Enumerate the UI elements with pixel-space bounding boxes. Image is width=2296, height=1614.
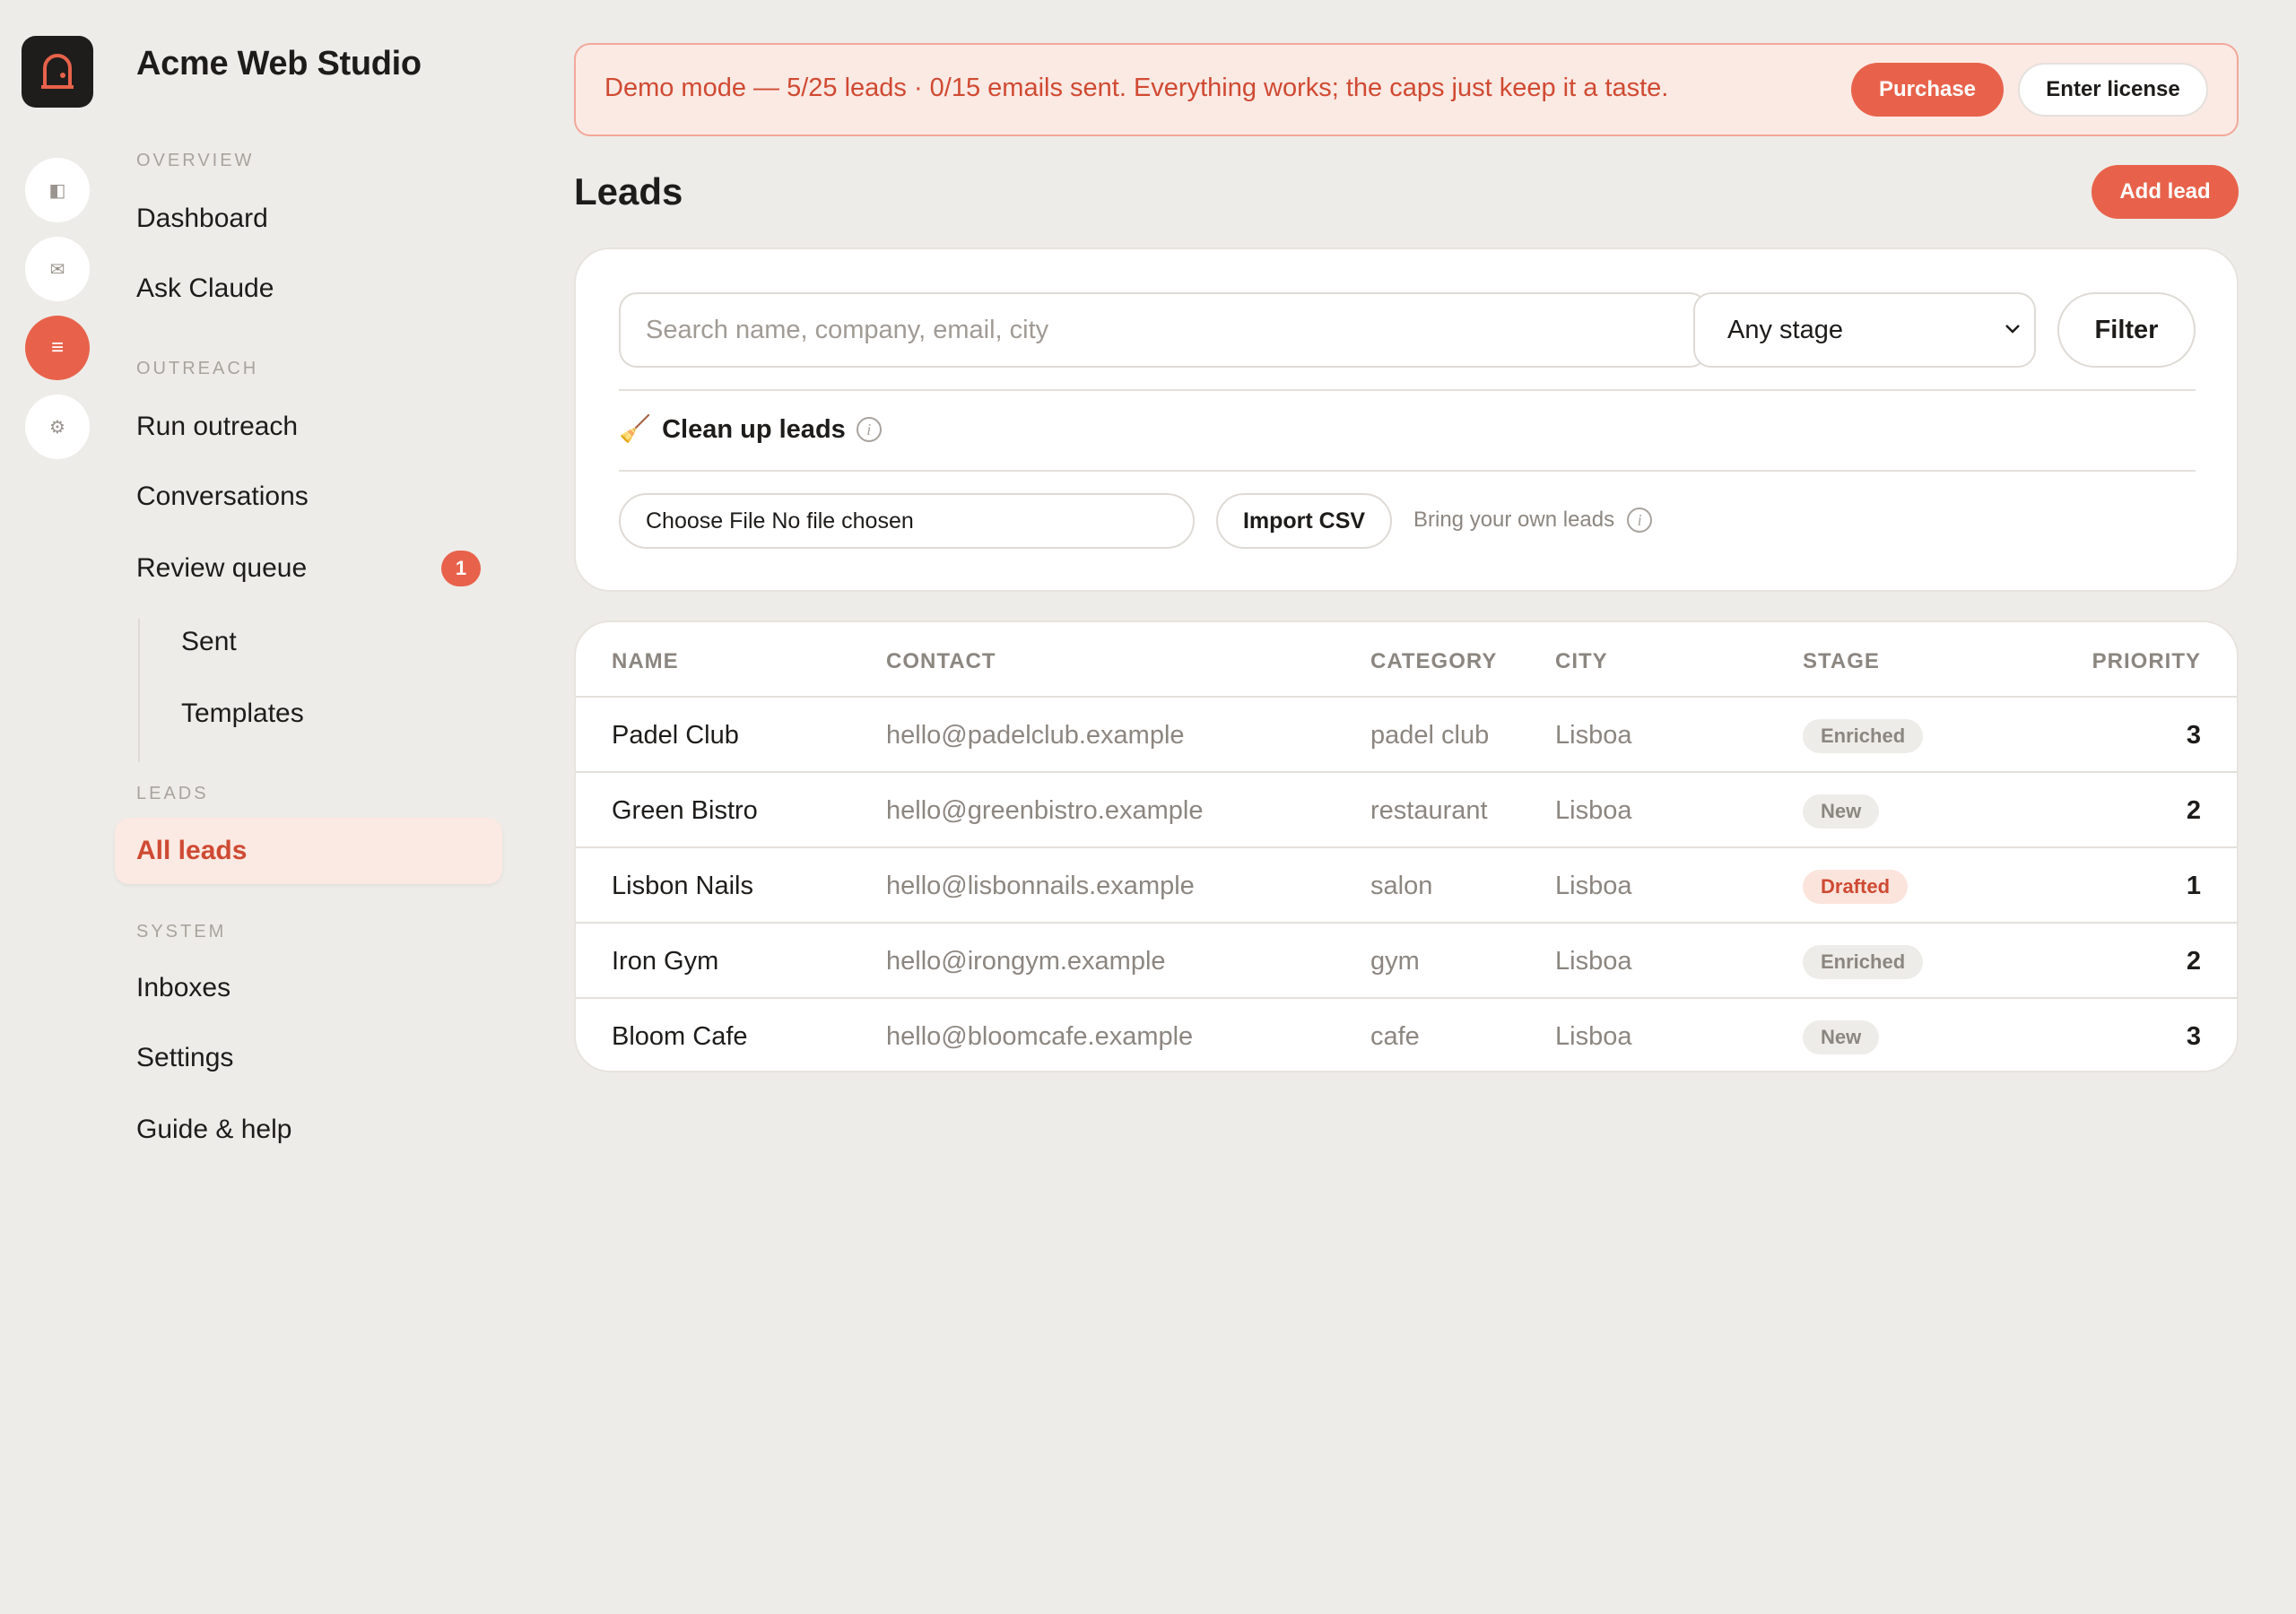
app-name: Acme Web Studio <box>136 45 422 82</box>
nav-item-templates[interactable]: Templates <box>181 696 304 732</box>
section-label-leads: LEADS <box>136 784 209 803</box>
csv-file-input[interactable]: Choose File No file chosen <box>619 493 1195 549</box>
broom-icon: 🧹 <box>619 415 652 444</box>
lead-priority: 2 <box>2186 796 2201 825</box>
stage-badge: New <box>1803 794 1880 829</box>
lead-contact: hello@lisbonnails.example <box>886 872 1195 900</box>
info-icon[interactable]: i <box>1627 508 1653 533</box>
table-row[interactable]: Lisbon Nails hello@lisbonnails.example s… <box>576 848 2237 924</box>
column-header-contact[interactable]: CONTACT <box>886 649 996 674</box>
lead-category: salon <box>1370 872 1433 900</box>
divider <box>619 389 2196 391</box>
table-header: NAME CONTACT CATEGORY CITY STAGE PRIORIT… <box>576 622 2237 698</box>
lead-name[interactable]: Green Bistro <box>612 794 758 827</box>
leads-table: NAME CONTACT CATEGORY CITY STAGE PRIORIT… <box>574 620 2239 1072</box>
clean-up-leads-label: Clean up leads <box>662 414 846 444</box>
column-header-name[interactable]: NAME <box>612 649 679 674</box>
column-header-stage[interactable]: STAGE <box>1803 649 1880 674</box>
add-lead-button[interactable]: Add lead <box>2092 165 2239 219</box>
lead-category: restaurant <box>1370 796 1488 825</box>
info-icon[interactable]: i <box>856 417 882 442</box>
subnav-divider <box>138 619 140 762</box>
stage-badge: Drafted <box>1803 870 1909 904</box>
lead-contact: hello@irongym.example <box>886 947 1166 976</box>
nav-item-conversations[interactable]: Conversations <box>136 479 309 515</box>
lead-name[interactable]: Lisbon Nails <box>612 870 753 902</box>
demo-banner-text: Demo mode — 5/25 leads · 0/15 emails sen… <box>604 74 1669 102</box>
import-csv-button[interactable]: Import CSV <box>1216 493 1392 549</box>
stage-badge: Enriched <box>1803 945 1924 979</box>
lead-name[interactable]: Bloom Cafe <box>612 1020 748 1053</box>
lead-city: Lisboa <box>1555 1022 1632 1051</box>
lead-contact: hello@bloomcafe.example <box>886 1022 1194 1051</box>
stage-badge: New <box>1803 1020 1880 1054</box>
app-logo-icon[interactable] <box>22 36 93 108</box>
stage-select-value: Any stage <box>1727 315 1843 344</box>
nav-item-all-leads[interactable]: All leads <box>115 818 502 884</box>
nav-item-review-queue[interactable]: Review queue <box>136 551 307 586</box>
lead-priority: 3 <box>2186 1022 2201 1051</box>
column-header-category[interactable]: CATEGORY <box>1370 649 1497 674</box>
section-label-outreach: OUTREACH <box>136 359 259 378</box>
list-icon[interactable]: ≡ <box>25 316 90 380</box>
gear-icon[interactable]: ⚙ <box>25 395 90 459</box>
nav-item-sent[interactable]: Sent <box>181 624 237 660</box>
page-title: Leads <box>574 170 683 213</box>
lead-priority: 3 <box>2186 721 2201 750</box>
filter-card: Any stage Filter 🧹 Clean up leads i Choo… <box>574 247 2239 592</box>
divider <box>619 470 2196 472</box>
lead-contact: hello@padelclub.example <box>886 721 1185 750</box>
lead-contact: hello@greenbistro.example <box>886 796 1204 825</box>
bring-own-leads-label: Bring your own leads <box>1413 508 1615 532</box>
panel-icon[interactable]: ◧ <box>25 158 90 222</box>
filter-button[interactable]: Filter <box>2057 292 2196 368</box>
nav-item-inboxes[interactable]: Inboxes <box>136 970 230 1006</box>
purchase-button[interactable]: Purchase <box>1851 63 2004 117</box>
nav-item-run-outreach[interactable]: Run outreach <box>136 409 298 445</box>
lead-name[interactable]: Padel Club <box>612 719 739 751</box>
nav-item-all-leads-label: All leads <box>136 836 248 865</box>
review-queue-badge: 1 <box>441 551 481 586</box>
mail-icon[interactable]: ✉ <box>25 237 90 301</box>
enter-license-button[interactable]: Enter license <box>2018 63 2208 117</box>
table-row[interactable]: Padel Club hello@padelclub.example padel… <box>576 698 2237 773</box>
nav-item-ask-claude[interactable]: Ask Claude <box>136 271 274 307</box>
lead-name[interactable]: Iron Gym <box>612 945 718 977</box>
section-label-system: SYSTEM <box>136 922 227 941</box>
column-header-city[interactable]: CITY <box>1555 649 1608 674</box>
nav-item-settings[interactable]: Settings <box>136 1040 233 1076</box>
lead-city: Lisboa <box>1555 947 1632 976</box>
demo-banner: Demo mode — 5/25 leads · 0/15 emails sen… <box>574 43 2239 136</box>
search-input[interactable] <box>619 292 1708 368</box>
table-row[interactable]: Iron Gym hello@irongym.example gym Lisbo… <box>576 924 2237 999</box>
lead-category: gym <box>1370 947 1420 976</box>
table-row[interactable]: Bloom Cafe hello@bloomcafe.example cafe … <box>576 999 2237 1071</box>
stage-select[interactable]: Any stage <box>1693 292 2036 368</box>
lead-category: padel club <box>1370 721 1490 750</box>
lead-priority: 2 <box>2186 947 2201 976</box>
icon-rail: ◧ ✉ ≡ ⚙ <box>0 0 115 1614</box>
column-header-priority[interactable]: PRIORITY <box>2092 649 2201 674</box>
section-label-overview: OVERVIEW <box>136 151 255 170</box>
lead-city: Lisboa <box>1555 872 1632 900</box>
lead-city: Lisboa <box>1555 721 1632 750</box>
lead-category: cafe <box>1370 1022 1420 1051</box>
stage-badge: Enriched <box>1803 719 1924 753</box>
nav-item-dashboard[interactable]: Dashboard <box>136 201 268 237</box>
table-row[interactable]: Green Bistro hello@greenbistro.example r… <box>576 773 2237 848</box>
clean-up-leads-button[interactable]: 🧹 Clean up leads i <box>619 414 882 445</box>
lead-priority: 1 <box>2186 872 2201 900</box>
chevron-down-icon <box>2005 325 2020 334</box>
lead-city: Lisboa <box>1555 796 1632 825</box>
bring-own-leads-hint: Bring your own leads i <box>1413 508 1653 533</box>
nav-item-guide[interactable]: Guide & help <box>136 1112 291 1148</box>
